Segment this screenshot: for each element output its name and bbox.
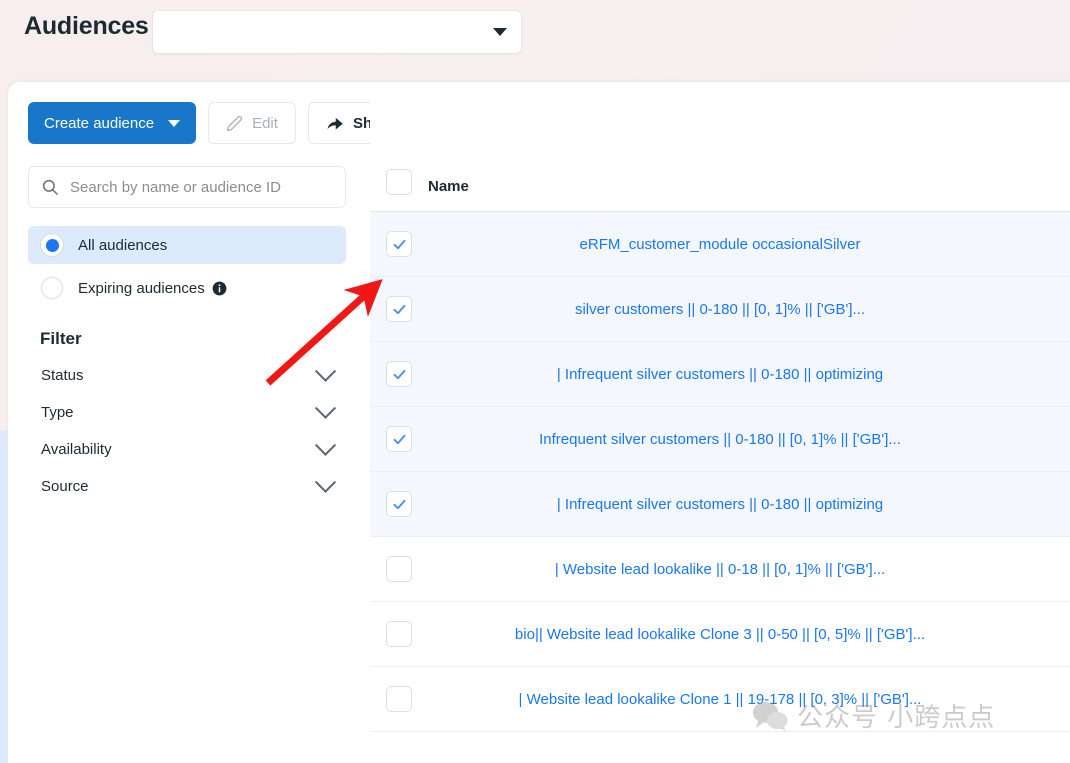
page-title: Audiences — [24, 12, 149, 40]
share-arrow-icon — [326, 114, 344, 132]
column-header-name: Name — [428, 178, 469, 195]
filter-label-status: Status — [41, 367, 84, 384]
app-root: Audiences Create audience Edit Search by… — [0, 0, 1070, 763]
radio-expiring-audiences[interactable]: Expiring audiences — [28, 269, 346, 307]
audience-name-link[interactable]: | Website lead lookalike Clone 1 || 19-1… — [428, 691, 1070, 708]
audience-name-link[interactable]: bio|| Website lead lookalike Clone 3 || … — [428, 626, 1070, 643]
row-checkbox[interactable] — [386, 686, 412, 712]
row-checkbox-checked[interactable] — [386, 491, 412, 517]
row-checkbox-cell — [370, 621, 428, 647]
left-edge-strip — [0, 430, 8, 763]
search-icon — [41, 178, 59, 196]
chevron-down-icon — [314, 360, 337, 382]
audience-name-link[interactable]: eRFM_customer_module occasionalSilver — [428, 236, 1070, 253]
row-checkbox[interactable] — [386, 621, 412, 647]
table-row[interactable]: Infrequent silver customers || 0-180 || … — [370, 407, 1070, 472]
radio-indicator-unselected — [41, 277, 63, 299]
select-all-cell — [370, 169, 428, 195]
account-select-dropdown[interactable] — [152, 10, 522, 54]
top-bar: Audiences — [0, 0, 1070, 84]
row-checkbox-checked[interactable] — [386, 296, 412, 322]
audience-scope-group: All audiences Expiring audiences — [28, 226, 346, 307]
table-body: eRFM_customer_module occasionalSilver sil… — [370, 212, 1070, 732]
table-row[interactable]: | Infrequent silver customers || 0-180 |… — [370, 472, 1070, 537]
audience-name-link[interactable]: | Infrequent silver customers || 0-180 |… — [428, 496, 1070, 513]
audience-name-link[interactable]: | Infrequent silver customers || 0-180 |… — [428, 366, 1070, 383]
table-row[interactable]: | Website lead lookalike Clone 1 || 19-1… — [370, 667, 1070, 732]
create-audience-button[interactable]: Create audience — [28, 102, 197, 144]
filter-sidebar: Search by name or audience ID All audien… — [28, 166, 366, 505]
table-row[interactable]: silver customers || 0-180 || [0, 1]% || … — [370, 277, 1070, 342]
table-row[interactable]: | Website lead lookalike || 0-18 || [0, … — [370, 537, 1070, 602]
edit-button[interactable]: Edit — [208, 102, 296, 144]
filter-label-type: Type — [41, 404, 74, 421]
search-placeholder: Search by name or audience ID — [70, 178, 281, 196]
row-checkbox-cell — [370, 231, 428, 257]
row-checkbox-checked[interactable] — [386, 361, 412, 387]
search-input[interactable]: Search by name or audience ID — [28, 166, 346, 208]
row-checkbox-cell — [370, 686, 428, 712]
radio-indicator-selected — [41, 234, 63, 256]
filter-group: Status Type Availability Source — [28, 357, 346, 505]
chevron-down-icon — [493, 28, 507, 36]
filter-row-availability[interactable]: Availability — [28, 431, 346, 468]
row-checkbox-checked[interactable] — [386, 231, 412, 257]
filter-row-type[interactable]: Type — [28, 394, 346, 431]
row-checkbox-cell — [370, 426, 428, 452]
row-checkbox-cell — [370, 361, 428, 387]
info-icon[interactable] — [212, 281, 227, 296]
audience-name-link[interactable]: | Website lead lookalike || 0-18 || [0, … — [428, 561, 1070, 578]
filter-row-status[interactable]: Status — [28, 357, 346, 394]
pencil-icon — [226, 115, 243, 132]
filter-label-source: Source — [41, 478, 89, 495]
main-panel: Create audience Edit Share — [8, 82, 1070, 763]
radio-all-audiences-label: All audiences — [78, 236, 168, 254]
table-row[interactable]: | Infrequent silver customers || 0-180 |… — [370, 342, 1070, 407]
audience-name-link[interactable]: Infrequent silver customers || 0-180 || … — [428, 431, 1070, 448]
filter-row-source[interactable]: Source — [28, 468, 346, 505]
radio-expiring-audiences-label: Expiring audiences — [78, 279, 205, 297]
row-checkbox-checked[interactable] — [386, 426, 412, 452]
select-all-checkbox[interactable] — [386, 169, 412, 195]
chevron-down-icon — [314, 434, 337, 456]
chevron-down-icon — [314, 471, 337, 493]
row-checkbox-cell — [370, 556, 428, 582]
row-checkbox[interactable] — [386, 556, 412, 582]
create-audience-label: Create audience — [44, 114, 155, 132]
filter-label-availability: Availability — [41, 441, 112, 458]
chevron-down-icon — [168, 119, 181, 127]
edit-label: Edit — [252, 114, 278, 132]
radio-all-audiences[interactable]: All audiences — [28, 226, 346, 264]
row-checkbox-cell — [370, 296, 428, 322]
chevron-down-icon — [314, 397, 337, 419]
table-header-row: Name — [370, 82, 1070, 212]
audience-name-link[interactable]: silver customers || 0-180 || [0, 1]% || … — [428, 301, 1070, 318]
filter-heading: Filter — [40, 329, 82, 348]
audiences-table: Name eRFM_customer_module occasionalSilv… — [370, 82, 1070, 763]
table-row[interactable]: bio|| Website lead lookalike Clone 3 || … — [370, 602, 1070, 667]
row-checkbox-cell — [370, 491, 428, 517]
table-row[interactable]: eRFM_customer_module occasionalSilver — [370, 212, 1070, 277]
